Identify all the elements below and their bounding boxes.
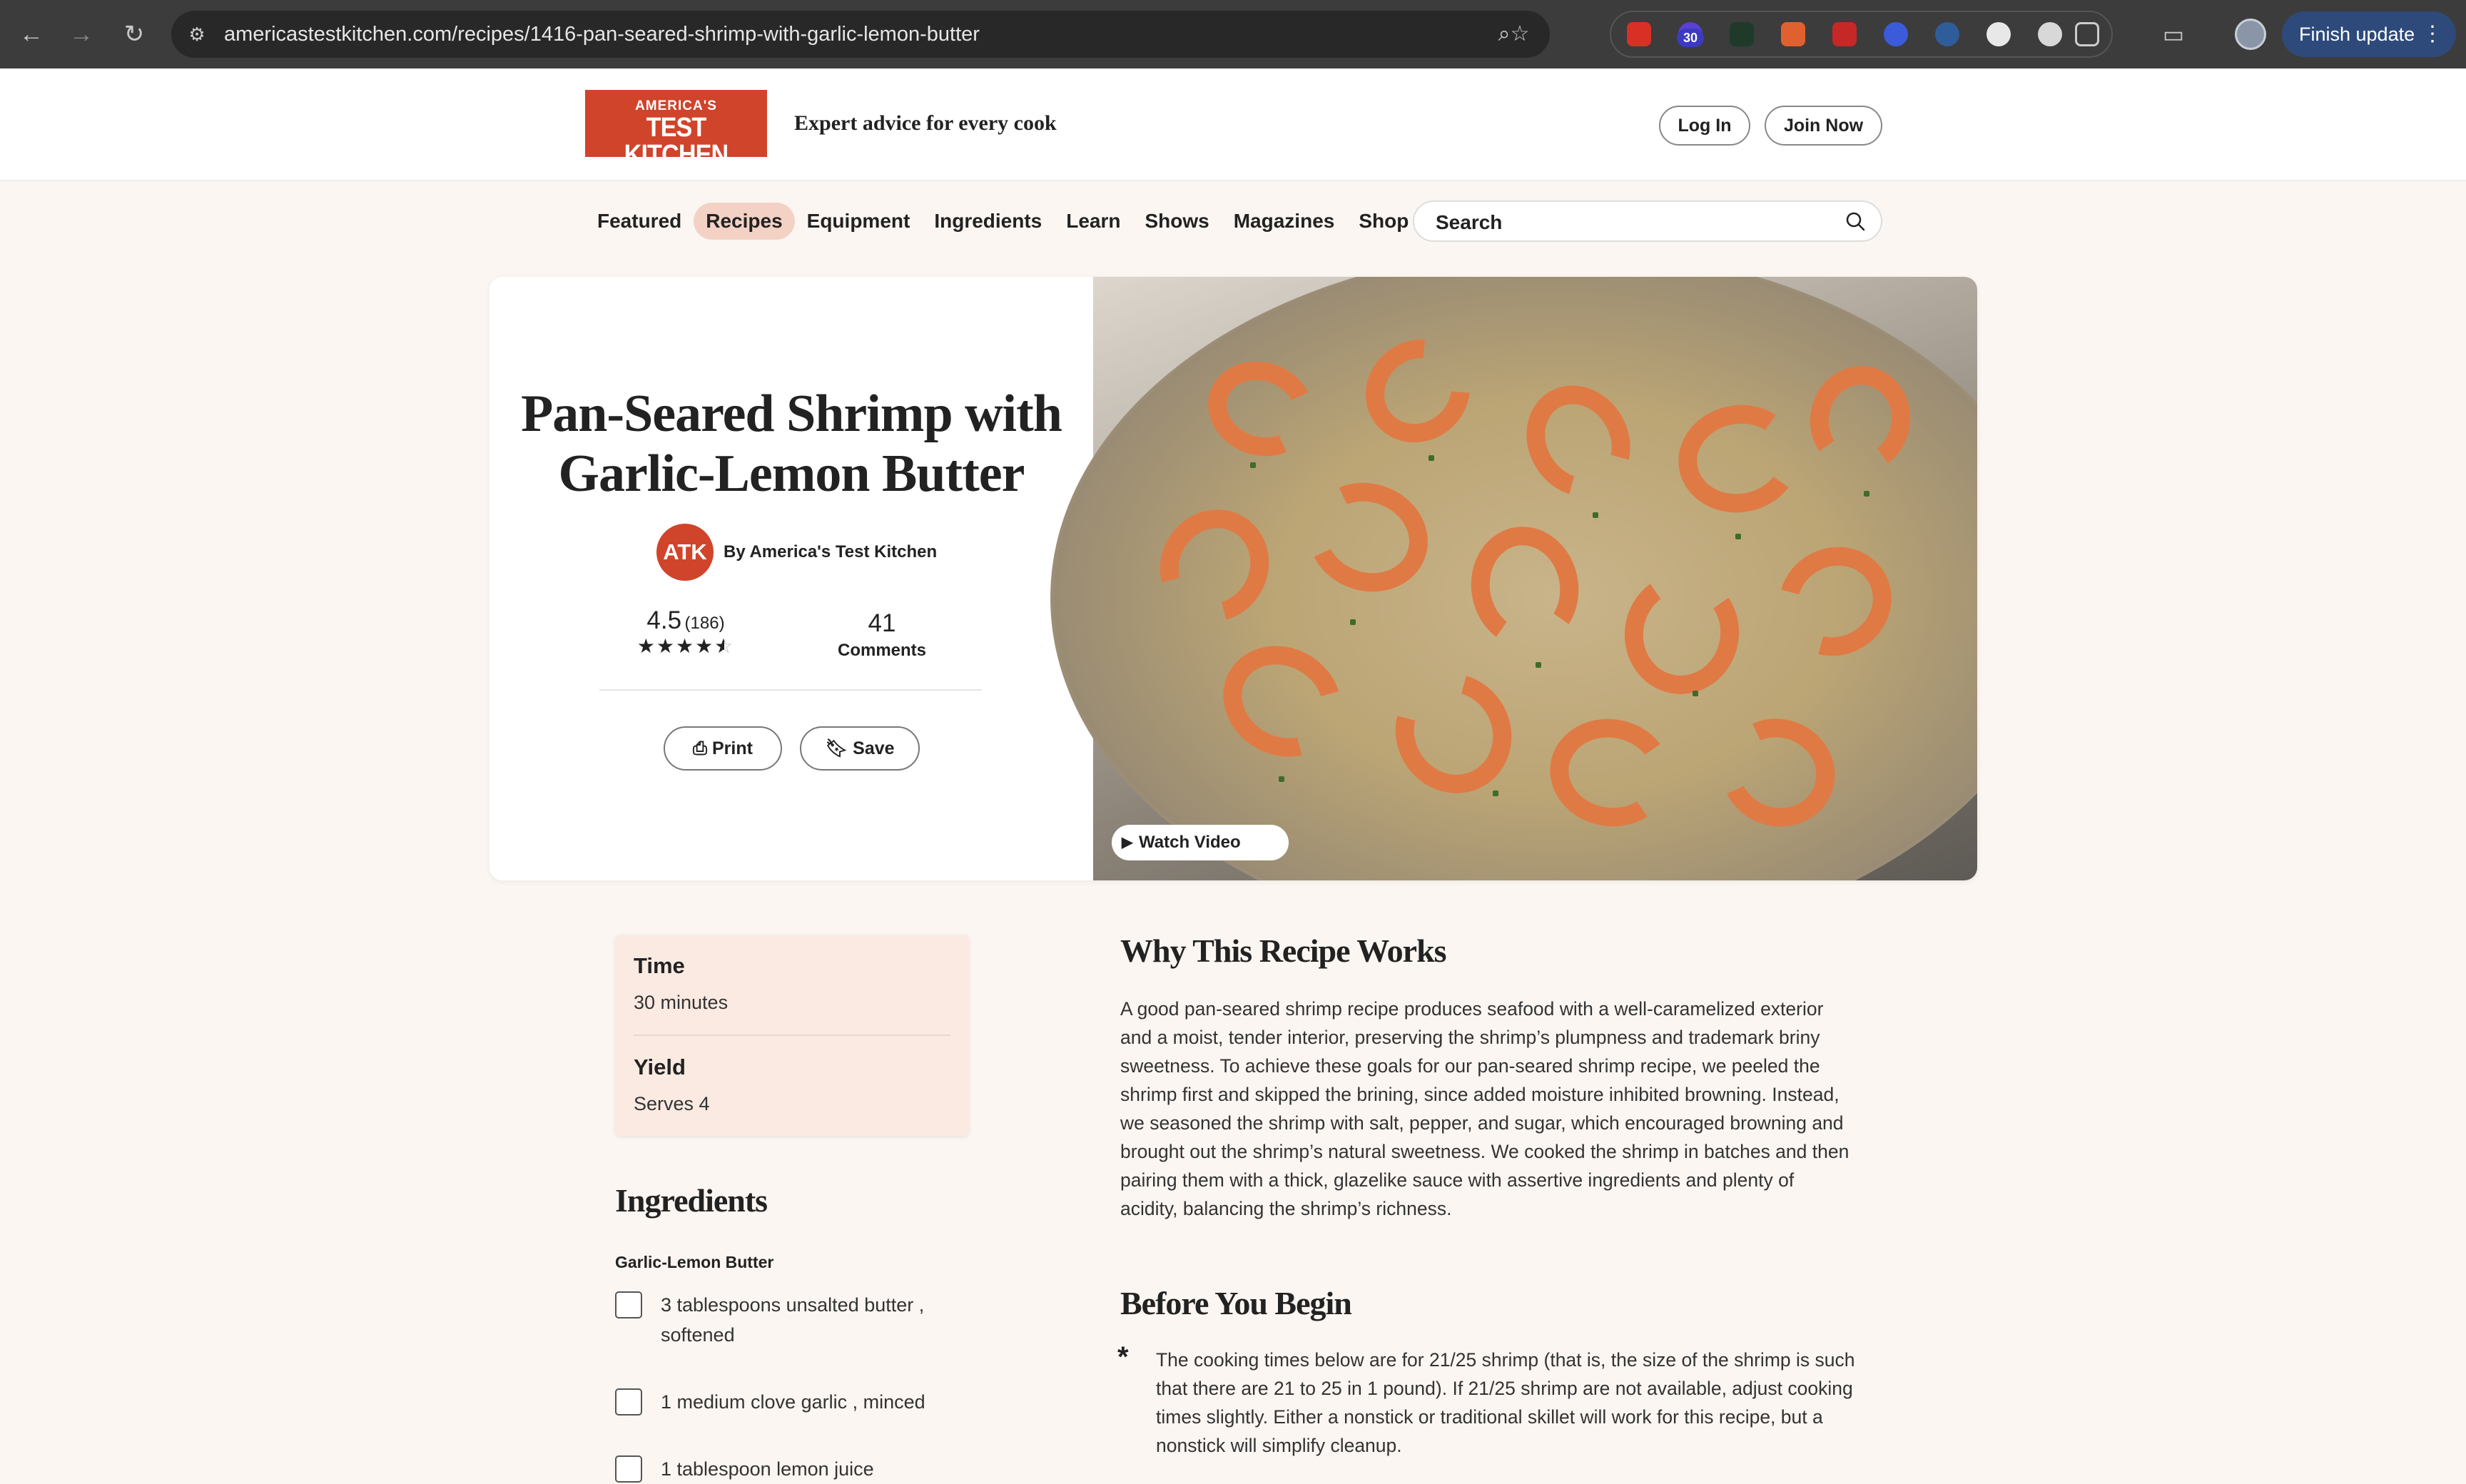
- nav-shop[interactable]: Shop: [1346, 203, 1421, 240]
- save-button[interactable]: 🔖︎ Save: [800, 726, 920, 771]
- profile-avatar[interactable]: [2235, 19, 2266, 50]
- recipe-title-line-2: Garlic-Lemon Butter: [558, 444, 1025, 503]
- author-byline[interactable]: ATK By America's Test Kitchen: [656, 524, 937, 581]
- finish-update-button[interactable]: Finish update ⋮: [2282, 11, 2456, 57]
- recipe-title: Pan-Seared Shrimp with Garlic-Lemon Butt…: [489, 384, 1093, 504]
- site-header: AMERICA'S TEST KITCHEN Expert advice for…: [0, 68, 2466, 181]
- finish-update-label: Finish update: [2299, 24, 2415, 45]
- extension-icon[interactable]: [1781, 22, 1805, 46]
- bookmark-star-icon[interactable]: ☆: [1507, 21, 1533, 47]
- herb-speck: [1536, 662, 1541, 668]
- yield-value: Serves 4: [634, 1093, 710, 1114]
- browser-toolbar: ← → ↻ ⚙ americastestkitchen.com/recipes/…: [0, 0, 2466, 68]
- watch-video-button[interactable]: ▶ Watch Video: [1112, 825, 1289, 860]
- nav-learn[interactable]: Learn: [1054, 203, 1132, 240]
- divider: [634, 1035, 950, 1036]
- author-avatar: ATK: [656, 524, 714, 581]
- ingredients-subheading: Garlic-Lemon Butter: [615, 1253, 774, 1271]
- forward-icon[interactable]: →: [66, 19, 97, 50]
- ingredient-text: 1 tablespoon lemon juice: [661, 1458, 874, 1480]
- herb-speck: [1250, 462, 1256, 468]
- print-label: Print: [712, 738, 753, 758]
- herb-speck: [1350, 619, 1356, 625]
- why-body: A good pan-seared shrimp recipe produces…: [1120, 998, 1850, 1219]
- herb-speck: [1693, 691, 1698, 696]
- atk-logo[interactable]: AMERICA'S TEST KITCHEN: [585, 90, 767, 168]
- time-value: 30 minutes: [634, 992, 729, 1013]
- author-name[interactable]: By America's Test Kitchen: [724, 542, 937, 562]
- before-body: The cooking times below are for 21/25 sh…: [1156, 1349, 1855, 1456]
- watch-video-label: Watch Video: [1139, 833, 1241, 852]
- extensions-puzzle-icon[interactable]: [2075, 22, 2099, 46]
- recipe-hero-image: ▶ Watch Video: [1050, 277, 1977, 880]
- extension-icon[interactable]: [1730, 22, 1754, 46]
- divider: [599, 689, 982, 691]
- recipe-title-line-1: Pan-Seared Shrimp with: [521, 385, 1062, 443]
- extension-icon[interactable]: [1884, 22, 1908, 46]
- ingredient-text: 1 medium clove garlic , minced: [661, 1391, 925, 1413]
- ingredient-checkbox[interactable]: [615, 1455, 642, 1483]
- nav-magazines[interactable]: Magazines: [1222, 203, 1347, 240]
- search-placeholder: Search: [1436, 211, 1503, 233]
- comments-label: Comments: [837, 641, 927, 660]
- nav-ingredients[interactable]: Ingredients: [922, 203, 1054, 240]
- url-text[interactable]: americastestkitchen.com/recipes/1416-pan…: [224, 23, 980, 46]
- nav-recipes[interactable]: Recipes: [694, 203, 795, 240]
- star-rating-icon: ★★★★★☆: [636, 635, 733, 657]
- reading-list-icon[interactable]: ▭: [2158, 19, 2189, 50]
- rating-value: 4.5: [646, 606, 682, 634]
- logo-main-text: TEST KITCHEN: [624, 113, 729, 170]
- asterisk-bullet: *: [1117, 1341, 1129, 1373]
- search-icon[interactable]: [1844, 210, 1867, 233]
- ingredient-text: 3 tablespoons unsalted butter , softened: [661, 1294, 925, 1346]
- extension-badge: 30: [1677, 29, 1704, 47]
- ingredients-heading: Ingredients: [615, 1182, 768, 1219]
- extension-icon[interactable]: [1627, 22, 1651, 46]
- before-heading: Before You Begin: [1120, 1285, 1352, 1321]
- recipe-info-card: Time 30 minutes Yield Serves 4: [615, 935, 969, 1136]
- time-label: Time: [634, 953, 685, 978]
- rating-count: (186): [684, 614, 725, 633]
- comments-count: 41: [868, 609, 896, 637]
- herb-speck: [1279, 776, 1284, 782]
- back-icon[interactable]: ←: [16, 19, 47, 50]
- ingredient-checkbox[interactable]: [615, 1291, 642, 1318]
- herb-speck: [1493, 791, 1498, 796]
- extension-icon[interactable]: [1832, 22, 1857, 46]
- main-nav: Featured Recipes Equipment Ingredients L…: [585, 200, 1421, 243]
- ingredient-checkbox[interactable]: [615, 1388, 642, 1416]
- nav-shows[interactable]: Shows: [1133, 203, 1222, 240]
- extension-icon[interactable]: [1986, 22, 2011, 46]
- search-input[interactable]: Search: [1413, 200, 1882, 242]
- nav-equipment[interactable]: Equipment: [795, 203, 923, 240]
- play-icon: ▶: [1122, 835, 1133, 850]
- herb-speck: [1735, 534, 1741, 539]
- extension-icon[interactable]: [1935, 22, 1959, 46]
- join-now-button[interactable]: Join Now: [1765, 106, 1882, 146]
- herb-speck: [1864, 491, 1869, 497]
- herb-speck: [1593, 512, 1598, 518]
- why-heading: Why This Recipe Works: [1120, 932, 1447, 969]
- yield-label: Yield: [634, 1054, 686, 1079]
- herb-speck: [1429, 455, 1434, 461]
- save-label: Save: [853, 738, 895, 758]
- recipe-hero-card: Pan-Seared Shrimp with Garlic-Lemon Butt…: [489, 277, 1977, 880]
- rating-block[interactable]: 4.5 (186) ★★★★★☆: [632, 606, 739, 656]
- site-settings-icon[interactable]: ⚙: [186, 23, 208, 46]
- comments-block[interactable]: 41 Comments: [832, 609, 932, 661]
- address-bar[interactable]: ⚙ americastestkitchen.com/recipes/1416-p…: [171, 11, 1550, 58]
- more-menu-icon[interactable]: ⋮: [2422, 11, 2443, 57]
- print-button[interactable]: ⎙ Print: [664, 726, 782, 771]
- site-tagline: Expert advice for every cook: [794, 111, 1057, 135]
- login-button[interactable]: Log In: [1659, 106, 1750, 146]
- reload-icon[interactable]: ↻: [118, 19, 150, 50]
- nav-featured[interactable]: Featured: [585, 203, 694, 240]
- bookmark-icon: 🔖︎: [825, 738, 853, 758]
- extension-icon[interactable]: [2038, 22, 2062, 46]
- printer-icon: ⎙: [693, 738, 712, 758]
- logo-top-text: AMERICA'S: [635, 98, 717, 113]
